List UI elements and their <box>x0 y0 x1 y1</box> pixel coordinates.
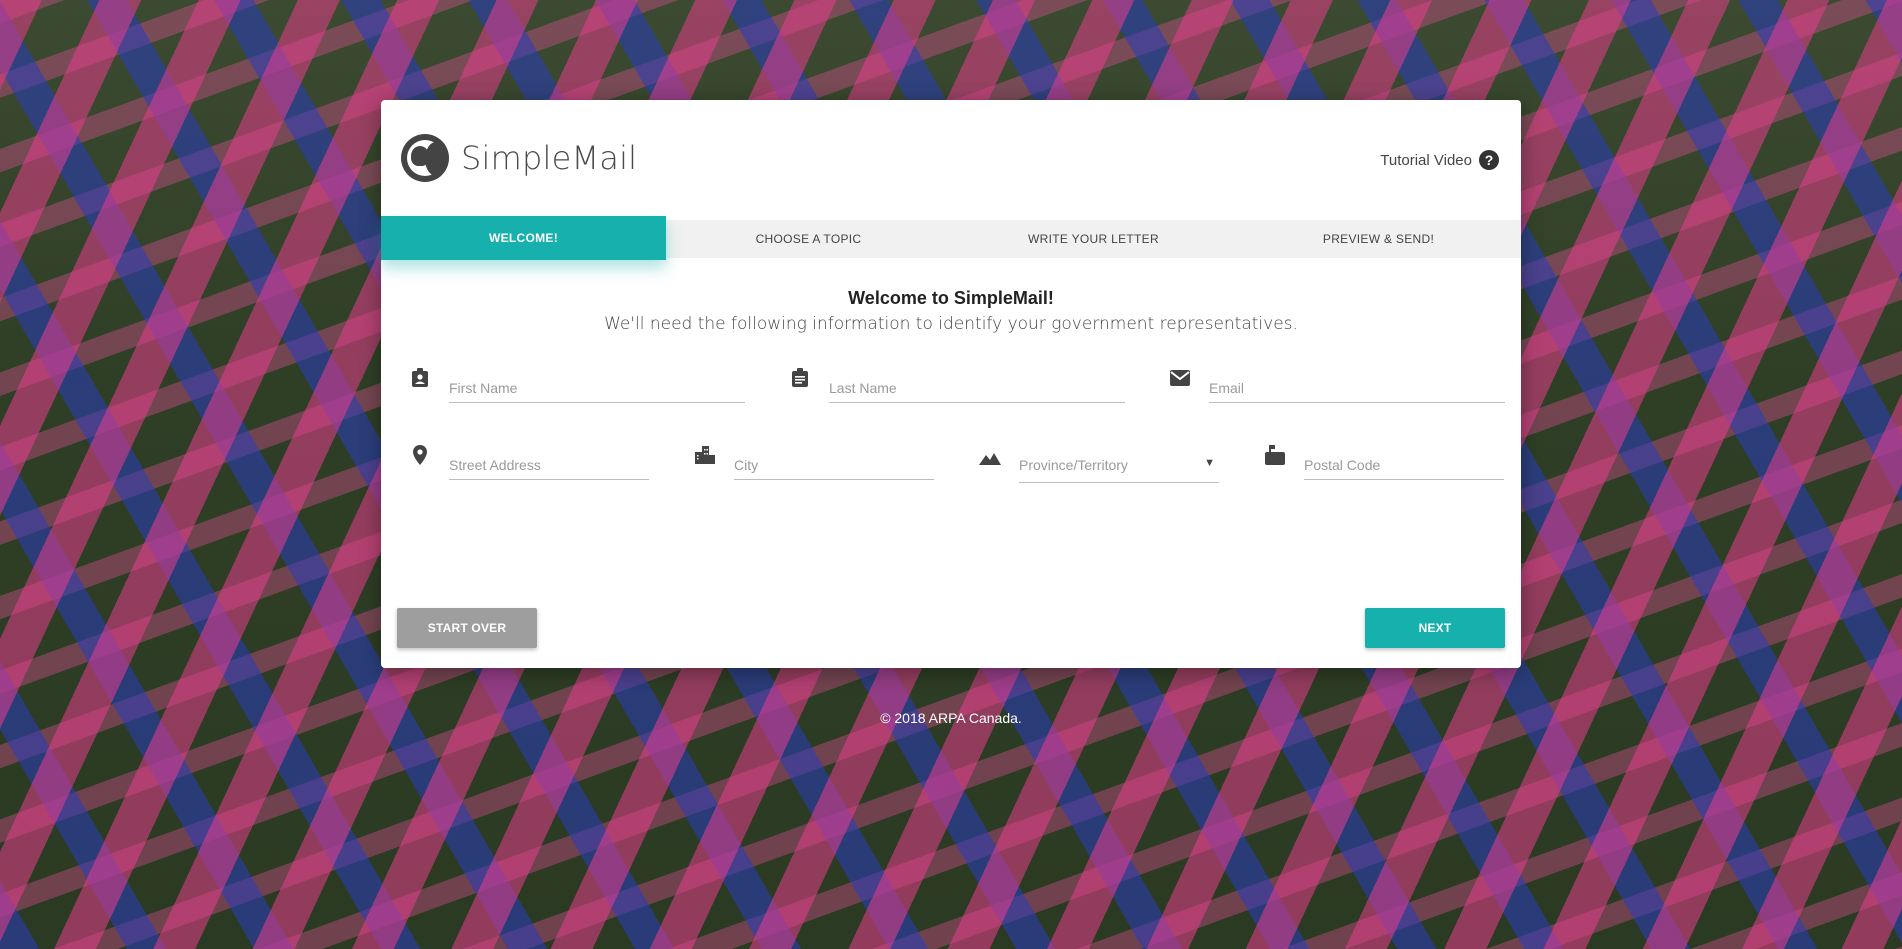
province-select[interactable]: Province/Territory ▼ <box>1019 457 1219 483</box>
tutorial-video-link[interactable]: Tutorial Video ? <box>1380 150 1499 170</box>
location-pin-icon <box>409 444 431 466</box>
contact-badge-icon <box>409 367 431 389</box>
province-select-label: Province/Territory <box>1019 457 1128 473</box>
first-name-input[interactable] <box>449 380 745 403</box>
welcome-subtitle: We'll need the following information to … <box>604 314 1298 334</box>
clipboard-icon <box>789 367 811 389</box>
next-button[interactable]: NEXT <box>1365 608 1505 648</box>
brand-name: SimpleMail <box>461 139 638 177</box>
tab-choose-topic[interactable]: CHOOSE A TOPIC <box>666 220 951 258</box>
dropdown-arrow-icon: ▼ <box>1204 457 1215 469</box>
brand: SimpleMail <box>401 134 637 182</box>
tab-write-letter[interactable]: WRITE YOUR LETTER <box>951 220 1236 258</box>
postal-code-input[interactable] <box>1304 457 1504 480</box>
mail-icon <box>1169 367 1191 389</box>
last-name-field <box>789 368 1125 403</box>
mountain-icon <box>979 447 1001 469</box>
start-over-button[interactable]: START OVER <box>397 608 537 648</box>
city-field <box>694 446 934 480</box>
email-input[interactable] <box>1209 380 1505 403</box>
province-field: Province/Territory ▼ <box>979 453 1219 483</box>
mailbox-icon <box>1264 444 1286 466</box>
tutorial-video-label: Tutorial Video <box>1380 151 1472 169</box>
tab-preview-send[interactable]: PREVIEW & SEND! <box>1236 220 1521 258</box>
email-field <box>1169 370 1505 403</box>
first-name-field <box>409 368 745 403</box>
step-tabs: WELCOME! CHOOSE A TOPIC WRITE YOUR LETTE… <box>381 216 1521 260</box>
main-card: SimpleMail Tutorial Video ? WELCOME! CHO… <box>381 100 1521 668</box>
help-icon[interactable]: ? <box>1479 150 1499 170</box>
last-name-input[interactable] <box>829 380 1125 403</box>
street-address-input[interactable] <box>449 457 649 480</box>
welcome-title: Welcome to SimpleMail! <box>848 288 1054 308</box>
city-icon <box>694 444 716 466</box>
simplemail-logo-icon <box>401 134 449 182</box>
tab-welcome[interactable]: WELCOME! <box>381 216 666 260</box>
postal-code-field <box>1264 445 1504 480</box>
footer-copyright: © 2018 ARPA Canada. <box>880 710 1022 726</box>
street-address-field <box>409 445 649 480</box>
city-input[interactable] <box>734 457 934 480</box>
